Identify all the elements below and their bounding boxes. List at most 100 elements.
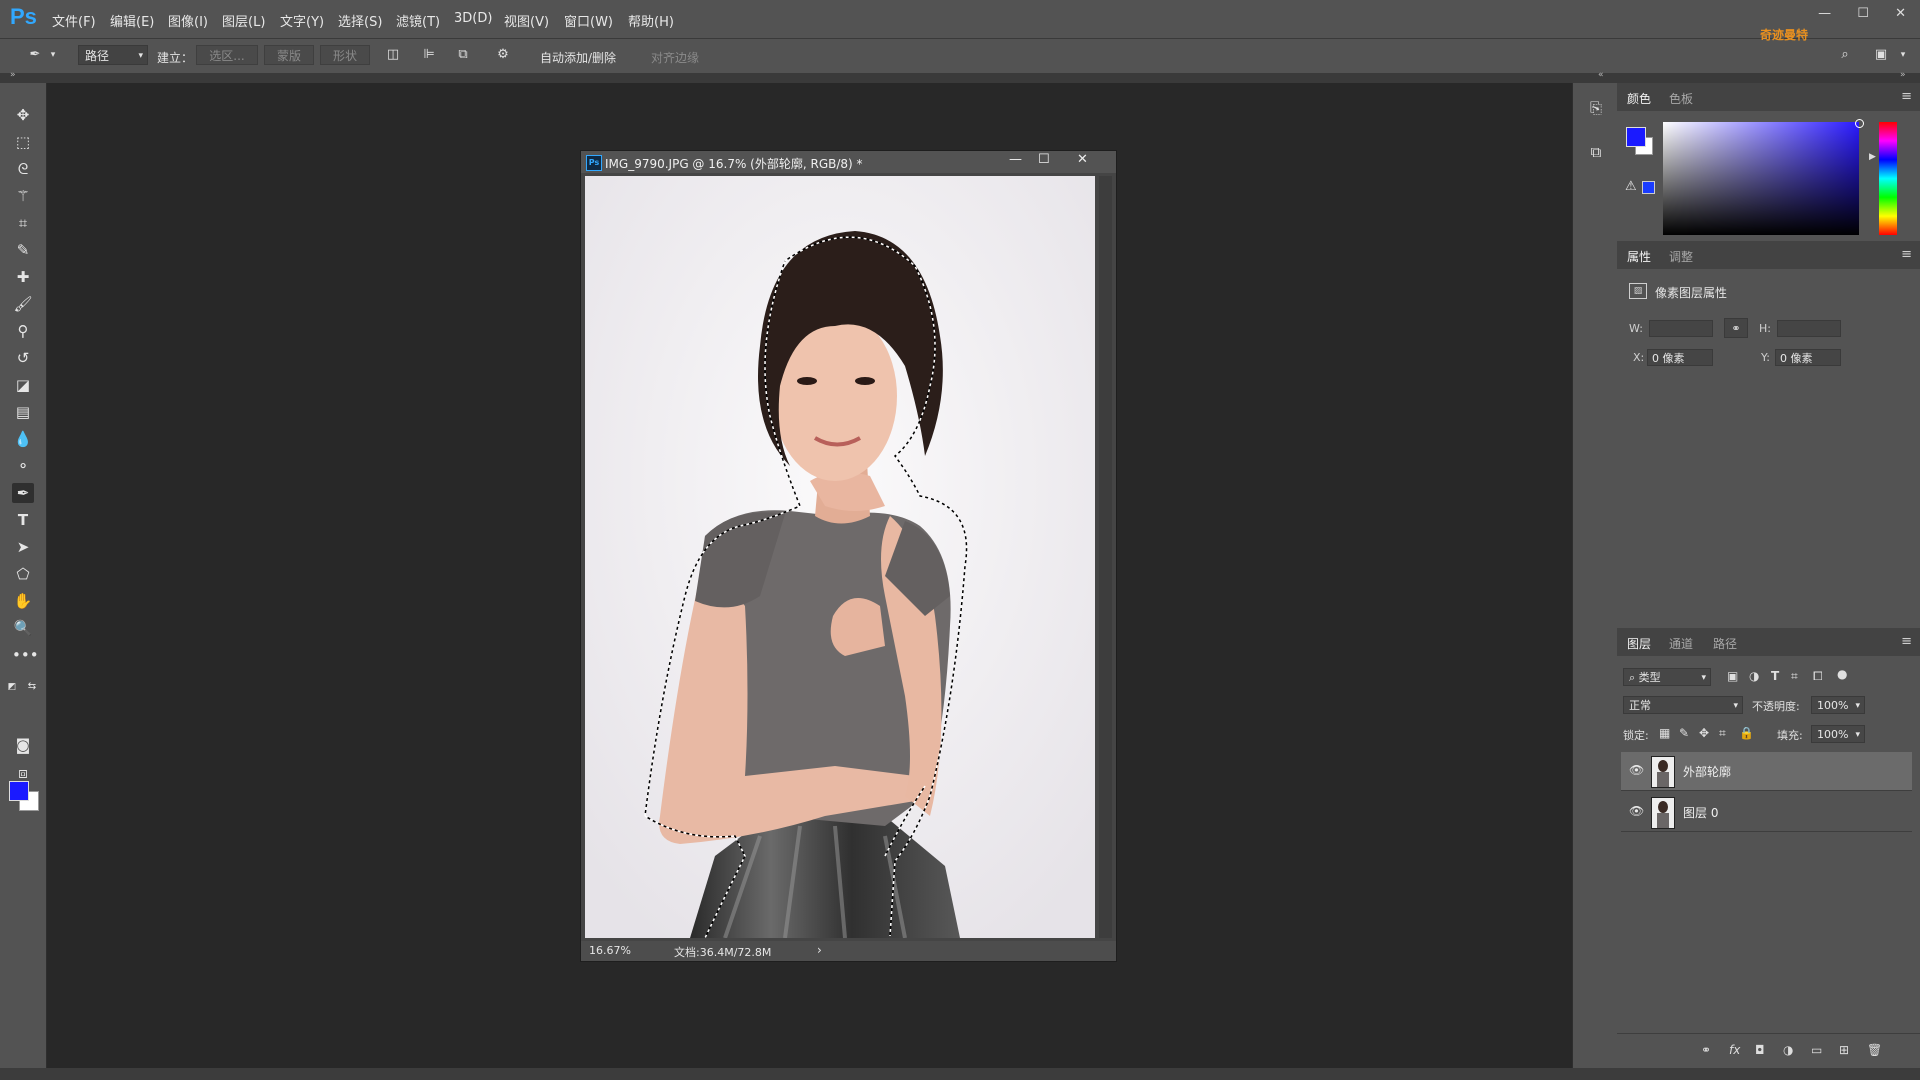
fx-icon[interactable]: fx [1729, 1043, 1740, 1057]
tab-paths[interactable]: 路径 [1713, 635, 1737, 652]
minimize-icon[interactable]: — [1818, 6, 1831, 21]
lock-all-icon[interactable]: 🔒 [1739, 726, 1754, 740]
actions-panel-icon[interactable]: ⧉ [1585, 141, 1607, 163]
gradient-tool-icon[interactable]: ▤ [12, 402, 34, 422]
screen-mode-icon[interactable]: ⧈ [12, 763, 34, 783]
collapse-arrows-icon[interactable]: » [1900, 70, 1906, 80]
folder-icon[interactable]: ▭ [1811, 1043, 1822, 1057]
filter-shape-icon[interactable]: ⌗ [1791, 669, 1798, 684]
trash-icon[interactable]: 🗑 [1867, 1043, 1882, 1057]
type-tool-icon[interactable]: T [12, 510, 34, 530]
new-layer-icon[interactable]: ⊞ [1839, 1043, 1849, 1057]
photo-canvas[interactable] [585, 176, 1095, 938]
color-panel-foreground-swatch[interactable] [1626, 127, 1646, 147]
color-picker-marker[interactable] [1855, 119, 1864, 128]
menu-file[interactable]: 文件(F) [52, 11, 96, 30]
make-selection-button[interactable]: 选区... [196, 45, 258, 65]
add-mask-icon[interactable]: ◘ [1755, 1043, 1765, 1057]
layer-row[interactable]: 👁 外部轮廓 [1621, 752, 1912, 791]
quick-mask-icon[interactable]: ◙ [12, 735, 34, 755]
eye-icon[interactable]: 👁 [1629, 804, 1644, 818]
tab-swatches[interactable]: 色板 [1669, 90, 1693, 107]
height-input[interactable] [1777, 320, 1841, 337]
tab-adjustments[interactable]: 调整 [1669, 248, 1693, 265]
menu-3d[interactable]: 3D(D) [454, 11, 492, 26]
move-tool-icon[interactable]: ✥ [12, 105, 34, 125]
gear-icon[interactable]: ⚙ [494, 47, 512, 63]
eraser-tool-icon[interactable]: ◪ [12, 375, 34, 395]
opacity-input[interactable]: 100% ▾ [1811, 696, 1865, 714]
link-dimensions-icon[interactable]: ⚭ [1724, 318, 1748, 338]
gamut-warning-icon[interactable]: ⚠ [1625, 179, 1637, 194]
lock-transparent-icon[interactable]: ▦ [1659, 726, 1670, 740]
x-input[interactable]: 0 像素 [1647, 349, 1713, 366]
menu-help[interactable]: 帮助(H) [628, 11, 674, 30]
tab-layers[interactable]: 图层 [1627, 635, 1651, 652]
history-panel-icon[interactable]: ⎘ [1585, 97, 1607, 119]
eyedropper-tool-icon[interactable]: ✎ [12, 240, 34, 260]
width-input[interactable] [1649, 320, 1713, 337]
minimize-icon[interactable]: — [1009, 152, 1022, 167]
blend-mode-select[interactable]: 正常 ▾ [1623, 696, 1743, 714]
lock-artboard-icon[interactable]: ⌗ [1719, 726, 1726, 741]
lasso-tool-icon[interactable]: ᘓ [12, 159, 34, 179]
workspace-icon[interactable]: ▣ [1872, 47, 1890, 63]
pen-tool-icon[interactable]: ✒ [12, 483, 34, 503]
menu-layer[interactable]: 图层(L) [222, 11, 265, 30]
panel-menu-icon[interactable]: ≡ [1901, 634, 1912, 649]
panel-menu-icon[interactable]: ≡ [1901, 247, 1912, 262]
search-icon[interactable]: ⌕ [1836, 47, 1854, 63]
marquee-tool-icon[interactable]: ⬚ [12, 132, 34, 152]
swap-colors-icon[interactable]: ⇆ [26, 677, 38, 697]
clone-stamp-tool-icon[interactable]: ⚲ [12, 321, 34, 341]
fill-input[interactable]: 100% ▾ [1811, 725, 1865, 743]
pen-tool-preset-icon[interactable]: ✒ [26, 47, 44, 63]
lock-pixels-icon[interactable]: ✎ [1679, 726, 1689, 740]
menu-view[interactable]: 视图(V) [504, 11, 549, 30]
menu-select[interactable]: 选择(S) [338, 11, 382, 30]
close-icon[interactable]: ✕ [1895, 6, 1906, 21]
vertical-scrollbar[interactable] [1099, 176, 1112, 938]
filter-adjustment-icon[interactable]: ◑ [1749, 669, 1759, 683]
layer-filter-select[interactable]: ⌕ 类型 ▾ [1623, 668, 1711, 686]
eye-icon[interactable]: 👁 [1629, 763, 1644, 777]
chevron-right-icon[interactable]: › [817, 943, 822, 957]
path-operations-icon[interactable]: ◫ [384, 47, 402, 63]
document-title-bar[interactable]: Ps IMG_9790.JPG @ 16.7% (外部轮廓, RGB/8) * … [581, 151, 1116, 173]
zoom-level[interactable]: 16.67% [589, 944, 631, 957]
shape-tool-icon[interactable]: ⬠ [12, 564, 34, 584]
color-picker-field[interactable] [1663, 122, 1859, 235]
default-colors-icon[interactable]: ◩ [6, 677, 18, 697]
collapse-arrows-icon[interactable]: » [10, 70, 16, 80]
filter-type-icon[interactable]: T [1771, 669, 1779, 683]
maximize-icon[interactable]: ☐ [1038, 152, 1050, 167]
menu-filter[interactable]: 滤镜(T) [396, 11, 440, 30]
dodge-tool-icon[interactable]: ⚬ [12, 456, 34, 476]
layer-row[interactable]: 👁 图层 0 [1621, 793, 1912, 832]
hand-tool-icon[interactable]: ✋ [12, 591, 34, 611]
history-brush-tool-icon[interactable]: ↺ [12, 348, 34, 368]
blur-tool-icon[interactable]: 💧 [12, 429, 34, 449]
foreground-color-swatch[interactable] [9, 781, 29, 801]
menu-image[interactable]: 图像(I) [168, 11, 208, 30]
filter-smart-object-icon[interactable]: ⧠ [1813, 669, 1823, 684]
menu-type[interactable]: 文字(Y) [280, 11, 324, 30]
path-mode-select[interactable]: 路径 ▾ [78, 45, 148, 65]
tab-properties[interactable]: 属性 [1627, 248, 1651, 265]
filter-toggle-icon[interactable]: ● [1837, 667, 1847, 681]
menu-window[interactable]: 窗口(W) [564, 11, 613, 30]
make-shape-button[interactable]: 形状 [320, 45, 370, 65]
magic-wand-tool-icon[interactable]: ⚚ [12, 186, 34, 206]
path-selection-tool-icon[interactable]: ➤ [12, 537, 34, 557]
path-arrangement-icon[interactable]: ⧉ [454, 47, 472, 63]
more-tools-icon[interactable]: ••• [12, 645, 39, 665]
healing-brush-tool-icon[interactable]: ✚ [12, 267, 34, 287]
tab-color[interactable]: 颜色 [1627, 90, 1651, 107]
panel-menu-icon[interactable]: ≡ [1901, 89, 1912, 104]
collapse-arrows-icon[interactable]: « [1598, 70, 1604, 80]
web-safe-color-swatch[interactable] [1642, 181, 1655, 194]
close-icon[interactable]: ✕ [1077, 152, 1088, 167]
menu-edit[interactable]: 编辑(E) [110, 11, 154, 30]
tab-channels[interactable]: 通道 [1669, 635, 1693, 652]
maximize-icon[interactable]: ☐ [1857, 6, 1869, 21]
